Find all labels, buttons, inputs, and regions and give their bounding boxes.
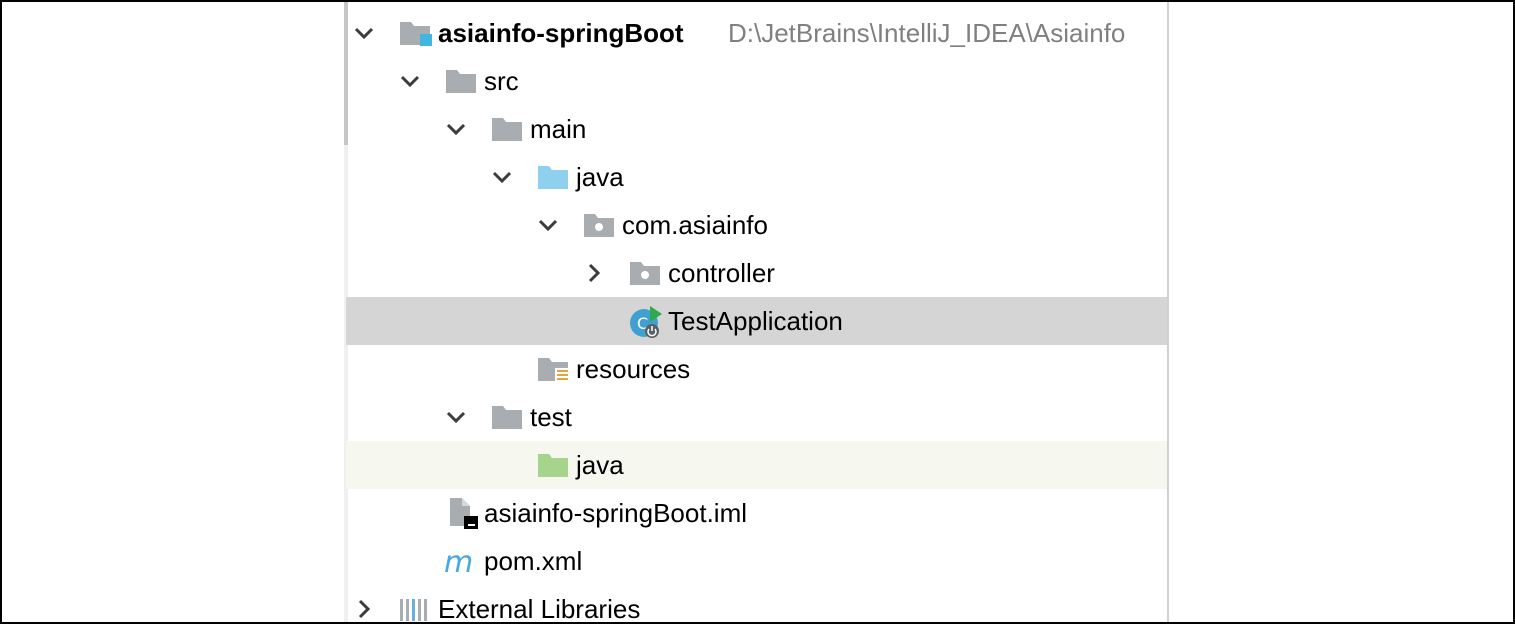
chevron-right-icon[interactable] — [582, 261, 606, 285]
test-java-label: java — [576, 450, 624, 480]
tree-node-iml-file[interactable]: asiainfo-springBoot.iml — [346, 489, 1167, 537]
external-libraries-label: External Libraries — [438, 594, 641, 624]
spring-boot-app-icon: C — [630, 306, 662, 338]
chevron-right-icon[interactable] — [352, 597, 376, 621]
libraries-icon — [400, 599, 427, 621]
tree-node-main[interactable]: main — [346, 105, 1167, 153]
chevron-down-icon[interactable] — [536, 213, 560, 237]
resources-label: resources — [576, 354, 691, 384]
maven-m-icon: m — [444, 547, 473, 575]
chevron-down-icon[interactable] — [352, 21, 376, 45]
chevron-down-icon[interactable] — [398, 69, 422, 93]
tree-node-package[interactable]: com.asiainfo — [346, 201, 1167, 249]
project-tree-panel: asiainfo-springBoot D:\JetBrains\Intelli… — [344, 2, 1169, 622]
svg-text:m: m — [444, 547, 473, 575]
tree-node-main-java[interactable]: java — [346, 153, 1167, 201]
tree-node-test-java[interactable]: java — [346, 441, 1167, 489]
test-sources-folder-icon — [538, 454, 568, 477]
iml-file-icon — [450, 498, 478, 529]
folder-icon — [492, 406, 522, 429]
iml-file-label: asiainfo-springBoot.iml — [484, 498, 748, 528]
tree-node-external-libraries[interactable]: External Libraries — [346, 585, 1167, 624]
package-label: com.asiainfo — [622, 210, 768, 240]
chevron-down-icon[interactable] — [444, 117, 468, 141]
tree-node-module-root[interactable]: asiainfo-springBoot D:\JetBrains\Intelli… — [346, 9, 1167, 57]
tree-node-resources[interactable]: resources — [346, 345, 1167, 393]
panel-divider — [1167, 2, 1169, 622]
module-name: asiainfo-springBoot — [438, 18, 684, 48]
folder-icon — [446, 70, 476, 93]
chevron-down-icon[interactable] — [490, 165, 514, 189]
source-folder-icon — [538, 166, 568, 189]
tree-node-pom[interactable]: m pom.xml — [346, 537, 1167, 585]
folder-icon — [492, 118, 522, 141]
java-source-label: java — [576, 162, 624, 192]
controller-package-label: controller — [668, 258, 775, 288]
module-icon — [400, 22, 432, 46]
main-folder-label: main — [530, 114, 587, 144]
package-icon — [584, 214, 614, 237]
tree-node-test-application[interactable]: C TestApplication — [346, 297, 1167, 345]
tree-node-src[interactable]: src — [346, 57, 1167, 105]
resources-folder-icon — [538, 358, 569, 382]
test-application-label: TestApplication — [668, 306, 843, 336]
src-folder-label: src — [484, 66, 519, 96]
chevron-down-icon[interactable] — [444, 405, 468, 429]
tree-node-controller[interactable]: controller — [346, 249, 1167, 297]
tree-node-test[interactable]: test — [346, 393, 1167, 441]
package-icon — [630, 262, 660, 285]
pom-file-label: pom.xml — [484, 546, 583, 576]
window-frame: asiainfo-springBoot D:\JetBrains\Intelli… — [0, 0, 1515, 624]
module-path: D:\JetBrains\IntelliJ_IDEA\Asiainfo — [728, 18, 1126, 48]
test-folder-label: test — [530, 402, 572, 432]
